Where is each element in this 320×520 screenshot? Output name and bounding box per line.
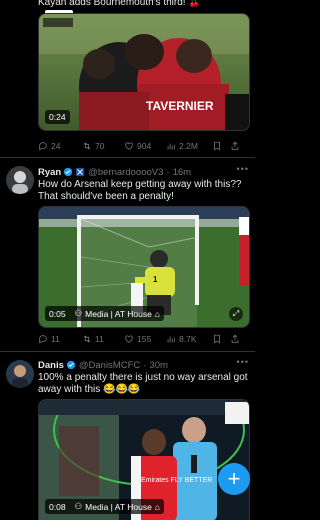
- home-icon: ⌂: [154, 501, 160, 512]
- compose-button[interactable]: +: [218, 463, 250, 495]
- post-2-text: How do Arsenal keep getting away with th…: [38, 179, 242, 202]
- like-icon: [125, 142, 133, 150]
- post-1-video-frame: TAVERNIER: [39, 14, 249, 130]
- post-3-video[interactable]: Emirates FLY BETTER 0:08 ⚇ Media | AT Ho…: [38, 399, 250, 520]
- bookmark-icon: [214, 141, 220, 151]
- bookmark-button[interactable]: [212, 141, 230, 151]
- author-handle[interactable]: @bernardooooV3: [88, 167, 163, 178]
- post-3-text: 100% a penalty there is just no way arse…: [38, 372, 248, 395]
- post-2-actions: 11 11 155 8.7K: [38, 332, 248, 346]
- views-button[interactable]: 8.7K: [166, 334, 212, 344]
- home-icon: ⌂: [154, 308, 160, 319]
- views-icon: [167, 143, 175, 150]
- reply-button[interactable]: 11: [38, 334, 82, 344]
- video-time-badge: 0:24: [45, 110, 70, 124]
- views-icon: [167, 336, 175, 343]
- like-button[interactable]: 904: [124, 141, 166, 151]
- verified-icon: [64, 167, 73, 177]
- avatar[interactable]: [6, 360, 34, 388]
- team-badge-icon: [76, 167, 85, 177]
- share-icon: [231, 141, 239, 150]
- expand-icon[interactable]: ⤢: [229, 307, 243, 321]
- author-name[interactable]: Danis: [38, 360, 64, 371]
- share-icon: [231, 334, 239, 343]
- post-3-header: Danis @DanisMCFC · 30m: [38, 359, 168, 371]
- reply-button[interactable]: 24: [38, 141, 82, 151]
- media-label: Media | AT House: [85, 308, 152, 319]
- reply-icon: [39, 142, 47, 151]
- like-button[interactable]: 155: [124, 334, 166, 344]
- more-icon[interactable]: •••: [237, 357, 249, 367]
- repost-button[interactable]: 11: [82, 334, 124, 344]
- post-3[interactable]: Danis @DanisMCFC · 30m ••• 100% a penalt…: [0, 352, 255, 520]
- post-2-video[interactable]: 1 0:05 ⚇ Media | AT House ⌂ ⤢: [38, 206, 250, 328]
- share-button[interactable]: [230, 141, 246, 151]
- post-2[interactable]: Ryan @bernardooooV3 · 16m ••• How do Ars…: [0, 158, 255, 348]
- views-button[interactable]: 2.2M: [166, 141, 212, 151]
- video-time-badge: 0:05 ⚇ Media | AT House ⌂: [45, 306, 164, 321]
- repost-button[interactable]: 70: [82, 141, 124, 151]
- post-2-header: Ryan @bernardooooV3 · 16m: [38, 166, 192, 178]
- repost-icon: [83, 142, 91, 150]
- verified-icon: [66, 360, 76, 370]
- video-time-badge: 0:08 ⚇ Media | AT House ⌂: [45, 499, 164, 514]
- reply-icon: [39, 335, 47, 344]
- post-1[interactable]: Kayan adds Bournemouth's third! 🍒 TAVERN…: [0, 0, 255, 155]
- share-button[interactable]: [230, 334, 246, 344]
- post-time[interactable]: 30m: [149, 360, 167, 371]
- bookmark-icon: [214, 334, 220, 344]
- post-1-actions: 24 70 904 2.2M: [38, 139, 248, 153]
- like-icon: [125, 335, 133, 343]
- jersey-text: TAVERNIER: [146, 99, 214, 113]
- shirt-text: Emirates FLY BETTER: [141, 477, 212, 484]
- author-name[interactable]: Ryan: [38, 167, 61, 178]
- compose-icon: +: [227, 466, 241, 491]
- bookmark-button[interactable]: [212, 334, 230, 344]
- avatar[interactable]: [6, 166, 34, 194]
- post-1-video[interactable]: TAVERNIER 0:24: [38, 13, 250, 131]
- author-handle[interactable]: @DanisMCFC: [79, 360, 140, 371]
- post-1-text: Kayan adds Bournemouth's third! 🍒: [38, 0, 201, 8]
- post-time[interactable]: 16m: [173, 167, 191, 178]
- media-label: Media | AT House: [85, 501, 152, 512]
- repost-icon: [83, 335, 91, 343]
- more-icon[interactable]: •••: [237, 164, 249, 174]
- svg-text:1: 1: [153, 275, 158, 284]
